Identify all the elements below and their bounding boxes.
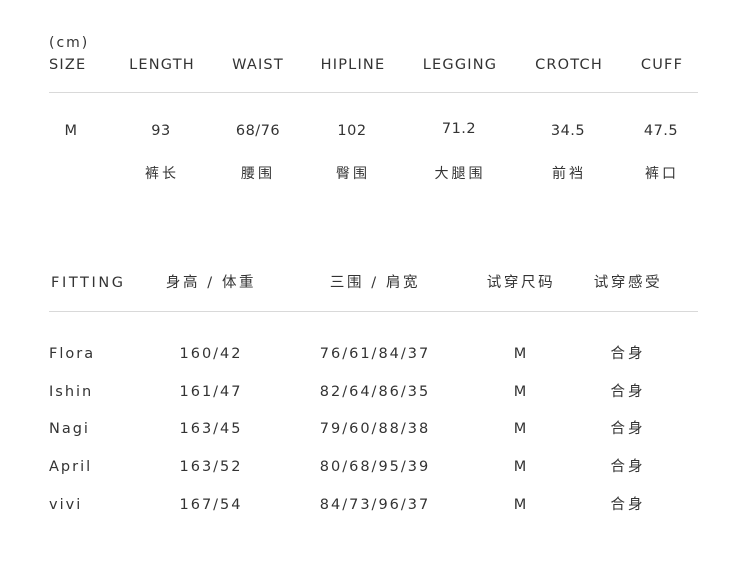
- value-hipline: 102: [337, 123, 367, 139]
- row-size: M: [513, 459, 527, 475]
- row-measurements: 80/68/95/39: [319, 459, 431, 475]
- row-size: M: [513, 346, 527, 362]
- divider: [49, 311, 698, 312]
- cn-label-waist: 腰围: [241, 166, 275, 182]
- header-waist: WAIST: [232, 57, 284, 73]
- row-feel: 合身: [610, 384, 646, 400]
- row-height-weight: 161/47: [179, 384, 243, 400]
- row-measurements: 76/61/84/37: [319, 346, 431, 362]
- header-size: SIZE: [49, 57, 87, 73]
- cn-label-length: 裤长: [145, 166, 179, 182]
- header-try-feel: 试穿感受: [593, 275, 663, 291]
- header-crotch: CROTCH: [535, 57, 603, 73]
- row-feel: 合身: [610, 346, 646, 362]
- row-size: M: [513, 421, 527, 437]
- value-crotch: 34.5: [550, 123, 586, 139]
- row-size: M: [513, 497, 527, 513]
- cn-label-crotch: 前裆: [552, 166, 586, 182]
- row-name: vivi: [49, 497, 83, 513]
- row-height-weight: 160/42: [179, 346, 243, 362]
- header-legging: LEGGING: [422, 57, 498, 73]
- cn-label-cuff: 裤口: [645, 166, 679, 182]
- header-fitting: FITTING: [51, 275, 126, 291]
- unit-label: (cm): [49, 35, 90, 51]
- cn-label-legging: 大腿围: [434, 166, 486, 182]
- row-name: Flora: [49, 346, 96, 362]
- row-measurements: 82/64/86/35: [319, 384, 431, 400]
- value-cuff: 47.5: [643, 123, 679, 139]
- row-feel: 合身: [610, 459, 646, 475]
- header-try-size: 试穿尺码: [486, 275, 556, 291]
- row-measurements: 84/73/96/37: [319, 497, 431, 513]
- value-legging: 71.2: [441, 121, 477, 137]
- row-name: Nagi: [49, 421, 90, 437]
- row-feel: 合身: [610, 497, 646, 513]
- row-height-weight: 163/52: [179, 459, 243, 475]
- cn-label-hipline: 臀围: [336, 166, 370, 182]
- row-name: Ishin: [49, 384, 94, 400]
- header-measurements: 三围 / 肩宽: [329, 275, 421, 291]
- row-measurements: 79/60/88/38: [319, 421, 431, 437]
- value-size: M: [64, 123, 78, 139]
- value-length: 93: [151, 123, 171, 139]
- row-feel: 合身: [610, 421, 646, 437]
- row-name: April: [49, 459, 93, 475]
- value-waist: 68/76: [235, 123, 281, 139]
- size-chart-page: { "size_table": { "unit": "(cm)", "heade…: [0, 0, 750, 563]
- header-length: LENGTH: [129, 57, 195, 73]
- divider: [49, 92, 698, 93]
- row-height-weight: 167/54: [179, 497, 243, 513]
- header-hipline: HIPLINE: [320, 57, 386, 73]
- row-size: M: [513, 384, 527, 400]
- header-cuff: CUFF: [640, 57, 684, 73]
- header-height-weight: 身高 / 体重: [165, 275, 257, 291]
- row-height-weight: 163/45: [179, 421, 243, 437]
